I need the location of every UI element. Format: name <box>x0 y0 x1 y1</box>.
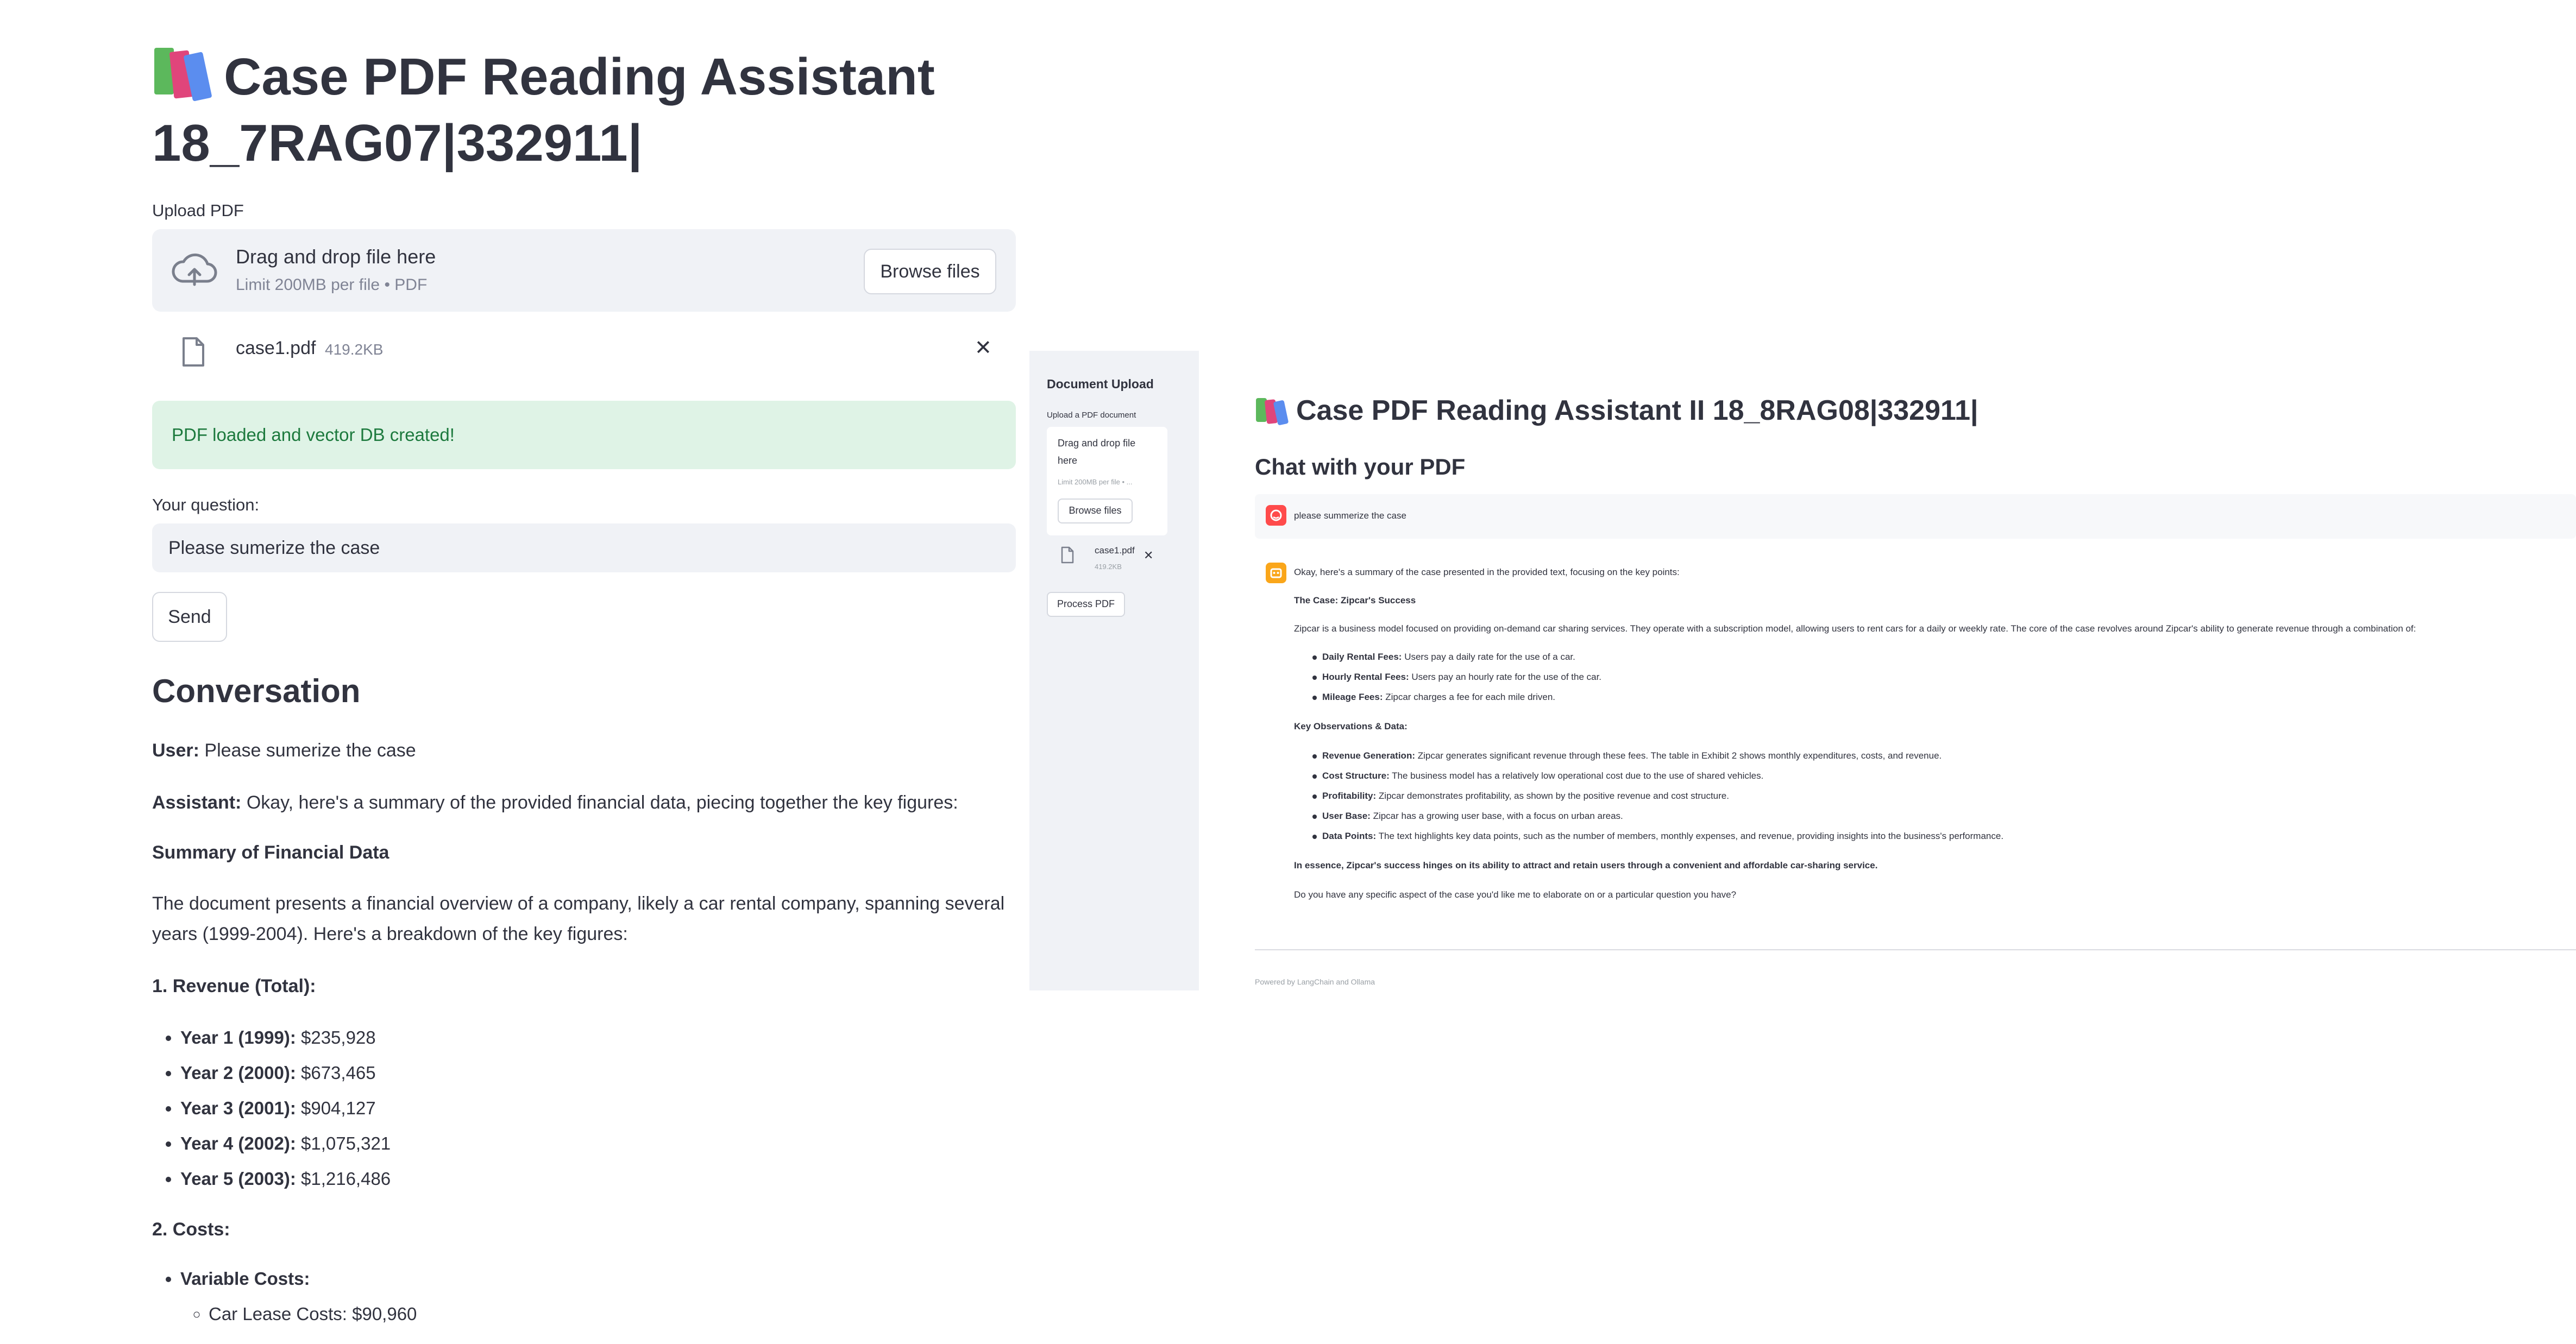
revenue-list: Year 1 (1999): $235,928 Year 2 (2000): $… <box>152 1020 695 1196</box>
page-title: Case PDF Reading Assistant 18_7RAG07|332… <box>152 43 1021 176</box>
page-title: Case PDF Reading Assistant II 18_8RAG08|… <box>1255 394 1978 427</box>
case-heading: The Case: Zipcar's Success <box>1294 595 1416 605</box>
dropzone-title: Drag and drop file here <box>236 245 436 268</box>
sidebar-upload-label: Upload a PDF document <box>1047 411 1136 420</box>
observations-heading: Key Observations & Data: <box>1294 721 1408 731</box>
question-input[interactable]: Please sumerize the case <box>152 523 1016 572</box>
summary-heading: Summary of Financial Data <box>152 842 389 863</box>
books-icon <box>152 43 212 102</box>
sidebar-browse-files-button[interactable]: Browse files <box>1058 499 1133 523</box>
list-item: Revenue Generation: Zipcar generates sig… <box>1312 750 1942 761</box>
assistant-intro: Okay, here's a summary of the case prese… <box>1294 567 1680 577</box>
footer-text: Powered by LangChain and Ollama <box>1255 977 1375 986</box>
costs-heading: 2. Costs: <box>152 1219 230 1240</box>
list-item: Hourly Rental Fees: Users pay an hourly … <box>1312 672 1602 682</box>
conversation-heading: Conversation <box>152 673 361 709</box>
file-dropzone[interactable]: Drag and drop file here Limit 200MB per … <box>152 229 1016 312</box>
list-item: Car Lease Costs: $90,960 <box>209 1296 695 1332</box>
sidebar-dropzone-limit: Limit 200MB per file • ... <box>1058 478 1133 486</box>
success-alert: PDF loaded and vector DB created! <box>152 401 1016 469</box>
browse-files-button[interactable]: Browse files <box>864 249 996 294</box>
books-icon <box>1255 395 1289 426</box>
list-item: Variable Costs: Car Lease Costs: $90,960 <box>180 1261 695 1332</box>
question-label: Your question: <box>152 495 260 514</box>
close-icon[interactable]: ✕ <box>975 336 992 360</box>
send-button[interactable]: Send <box>152 592 227 642</box>
user-message: User: Please sumerize the case <box>152 740 416 761</box>
sidebar-dropzone-title: Drag and drop file here <box>1058 438 1136 466</box>
list-item: Data Points: The text highlights key dat… <box>1312 831 2004 841</box>
process-pdf-button[interactable]: Process PDF <box>1047 592 1125 617</box>
chat-message-user: please summerize the case <box>1255 494 2576 539</box>
assistant-avatar-icon <box>1266 563 1286 583</box>
app-case-pdf-assistant: Case PDF Reading Assistant 18_7RAG07|332… <box>0 0 1027 1344</box>
closing-question: Do you have any specific aspect of the c… <box>1294 889 1737 900</box>
divider <box>1255 949 2576 950</box>
sidebar: Document Upload Upload a PDF document Dr… <box>1029 351 1199 990</box>
user-avatar-icon <box>1266 505 1286 526</box>
sidebar-file-dropzone[interactable]: Drag and drop file here Limit 200MB per f… <box>1047 427 1167 535</box>
file-icon <box>1061 546 1074 564</box>
upload-label: Upload PDF <box>152 201 244 220</box>
list-item: Year 4 (2002): $1,075,321 <box>180 1126 695 1161</box>
list-item: Year 3 (2001): $904,127 <box>180 1090 695 1126</box>
sidebar-file-size: 419.2KB <box>1095 563 1122 571</box>
list-item: Daily Rental Fees: Users pay a daily rat… <box>1312 652 1575 662</box>
overview-paragraph: The document presents a financial overvi… <box>152 893 1005 944</box>
list-item: Year 2 (2000): $673,465 <box>180 1055 695 1090</box>
list-item: Profitability: Zipcar demonstrates profi… <box>1312 791 1729 801</box>
list-item: Year 5 (2003): $1,216,486 <box>180 1161 695 1196</box>
file-size: 419.2KB <box>325 341 384 358</box>
list-item: Year 1 (1999): $235,928 <box>180 1020 695 1055</box>
dropzone-limit: Limit 200MB per file • PDF <box>236 276 428 294</box>
chat-message-assistant: Okay, here's a summary of the case prese… <box>1255 550 2576 908</box>
list-item: Mileage Fees: Zipcar charges a fee for e… <box>1312 692 1555 702</box>
assistant-message: Assistant: Okay, here's a summary of the… <box>152 792 958 813</box>
close-icon[interactable]: ✕ <box>1144 548 1153 563</box>
case-paragraph: Zipcar is a business model focused on pr… <box>1294 623 2416 634</box>
success-message: PDF loaded and vector DB created! <box>172 425 455 445</box>
file-icon <box>183 337 204 367</box>
costs-list: Variable Costs: Car Lease Costs: $90,960 <box>152 1261 695 1332</box>
essence-text: In essence, Zipcar's success hinges on i… <box>1294 860 1878 870</box>
revenue-heading: 1. Revenue (Total): <box>152 976 316 996</box>
list-item: Cost Structure: The business model has a… <box>1312 771 1764 781</box>
file-name: case1.pdf <box>236 338 316 358</box>
uploaded-file-row: case1.pdf 419.2KB ✕ <box>152 326 1016 375</box>
chat-subheading: Chat with your PDF <box>1255 454 1466 479</box>
sidebar-file-name: case1.pdf <box>1095 545 1135 556</box>
cloud-upload-icon <box>172 253 217 286</box>
user-message-text: please summerize the case <box>1294 510 1406 521</box>
sidebar-title: Document Upload <box>1047 377 1154 391</box>
app-case-pdf-assistant-ii: Case PDF Reading Assistant II 18_8RAG08|… <box>1239 0 2576 1344</box>
list-item: User Base: Zipcar has a growing user bas… <box>1312 811 1623 821</box>
